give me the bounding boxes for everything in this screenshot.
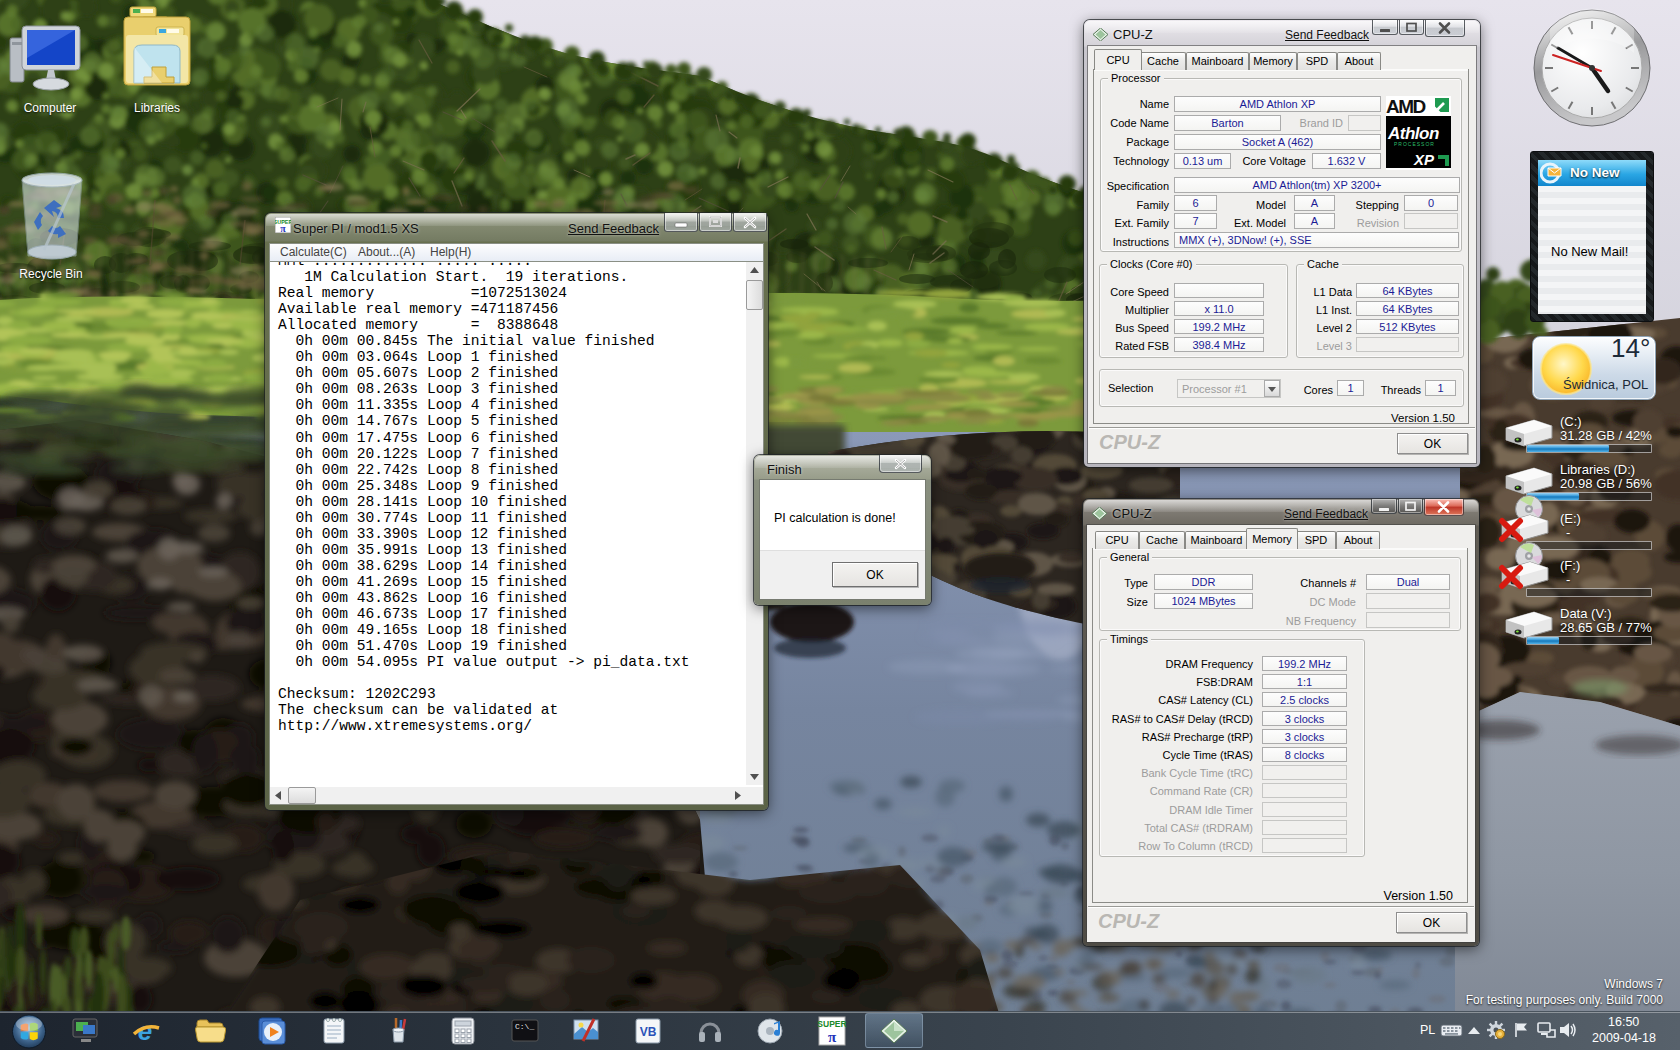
svg-text:PROCESSOR: PROCESSOR — [1394, 141, 1435, 147]
svg-text:XP: XP — [1413, 151, 1435, 168]
svg-text:π: π — [828, 1029, 837, 1045]
svg-text:AMD: AMD — [1386, 96, 1426, 117]
svg-text:π: π — [280, 223, 286, 234]
svg-text:SUPER: SUPER — [817, 1019, 846, 1029]
svg-text:VB: VB — [640, 1025, 657, 1039]
svg-text:C:\_: C:\_ — [515, 1022, 534, 1031]
